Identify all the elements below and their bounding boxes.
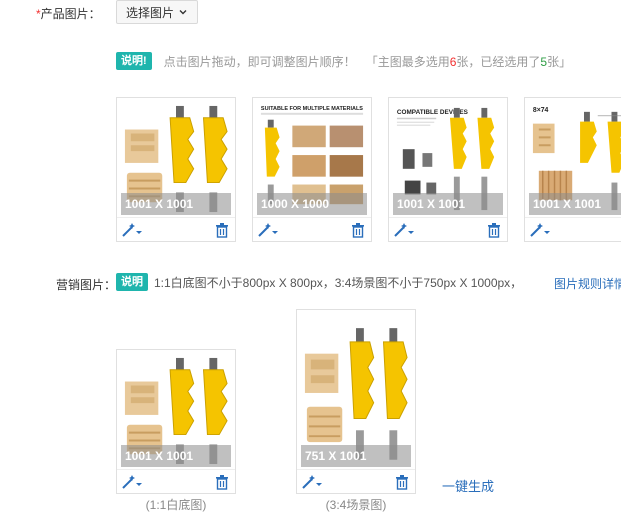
image-dimensions: 1001 X 1001 (121, 445, 231, 467)
product-images-label-text: 产品图片： (40, 7, 101, 21)
card-toolbar (297, 469, 415, 493)
marketing-size-description: 1:1白底图不小于800px X 800px，3:4场景图不小于750px X … (154, 275, 523, 290)
product-image-card[interactable]: SUITABLE FOR MULTIPLE MATERIALS 1000 X 1… (252, 97, 372, 242)
drag-instruction: 点击图片拖动，即可调整图片顺序！ (163, 54, 356, 69)
card-toolbar (525, 217, 621, 241)
magic-wand-icon[interactable] (393, 222, 415, 238)
info-badge: 说明 (116, 273, 148, 291)
marketing-image-card-square[interactable]: 1001 X 1001 (116, 349, 236, 494)
one-click-generate-link[interactable]: 一键生成 (442, 476, 494, 495)
card-toolbar (117, 469, 235, 493)
image-rules-link[interactable]: 图片规则详情 (554, 275, 621, 292)
trash-icon[interactable] (215, 222, 229, 238)
card-toolbar (253, 217, 371, 241)
magic-wand-icon[interactable] (257, 222, 279, 238)
marketing-images-label: 营销图片： (56, 278, 117, 292)
image-dimensions: 1001 X 1001 (393, 193, 503, 215)
product-image-card[interactable]: 8×74 1001 X 1001 (524, 97, 621, 242)
marketing-image-card-portrait[interactable]: 751 X 1001 (296, 309, 416, 494)
select-image-button[interactable]: 选择图片 (116, 0, 198, 24)
magic-wand-icon[interactable] (529, 222, 551, 238)
product-images-label: *产品图片： (36, 5, 101, 22)
image-dimensions: 1001 X 1001 (529, 193, 621, 215)
select-image-button-label: 选择图片 (125, 5, 174, 20)
magic-wand-icon[interactable] (121, 474, 143, 490)
product-image-card[interactable]: COMPATIBLE DEVICES 1001 X 1001 (388, 97, 508, 242)
marketing-images-note: 说明 1:1白底图不小于800px X 800px，3:4场景图不小于750px… (116, 273, 522, 291)
magic-wand-icon[interactable] (301, 474, 323, 490)
trash-icon[interactable] (351, 222, 365, 238)
info-badge: 说明! (116, 52, 152, 70)
chevron-down-icon (179, 10, 187, 15)
card-toolbar (117, 217, 235, 241)
magic-wand-icon[interactable] (121, 222, 143, 238)
image-dimensions: 1001 X 1001 (121, 193, 231, 215)
trash-icon[interactable] (487, 222, 501, 238)
trash-icon[interactable] (395, 474, 409, 490)
product-image-card[interactable]: 1001 X 1001 (116, 97, 236, 242)
image-limit-note: 「主图最多选用6张，已经选用了5张」 (365, 54, 572, 69)
image-dimensions: 751 X 1001 (301, 445, 411, 467)
trash-icon[interactable] (215, 474, 229, 490)
image-heading: 8×74 (533, 107, 549, 114)
image-dimensions: 1000 X 1000 (257, 193, 367, 215)
portrait-image-caption: (3:4场景图) (325, 498, 387, 512)
image-heading: SUITABLE FOR MULTIPLE MATERIALS (261, 106, 363, 112)
square-image-caption: (1:1白底图) (145, 498, 207, 512)
product-images-note: 说明! 点击图片拖动，即可调整图片顺序！ 「主图最多选用6张，已经选用了5张」 (116, 52, 571, 70)
card-toolbar (389, 217, 507, 241)
